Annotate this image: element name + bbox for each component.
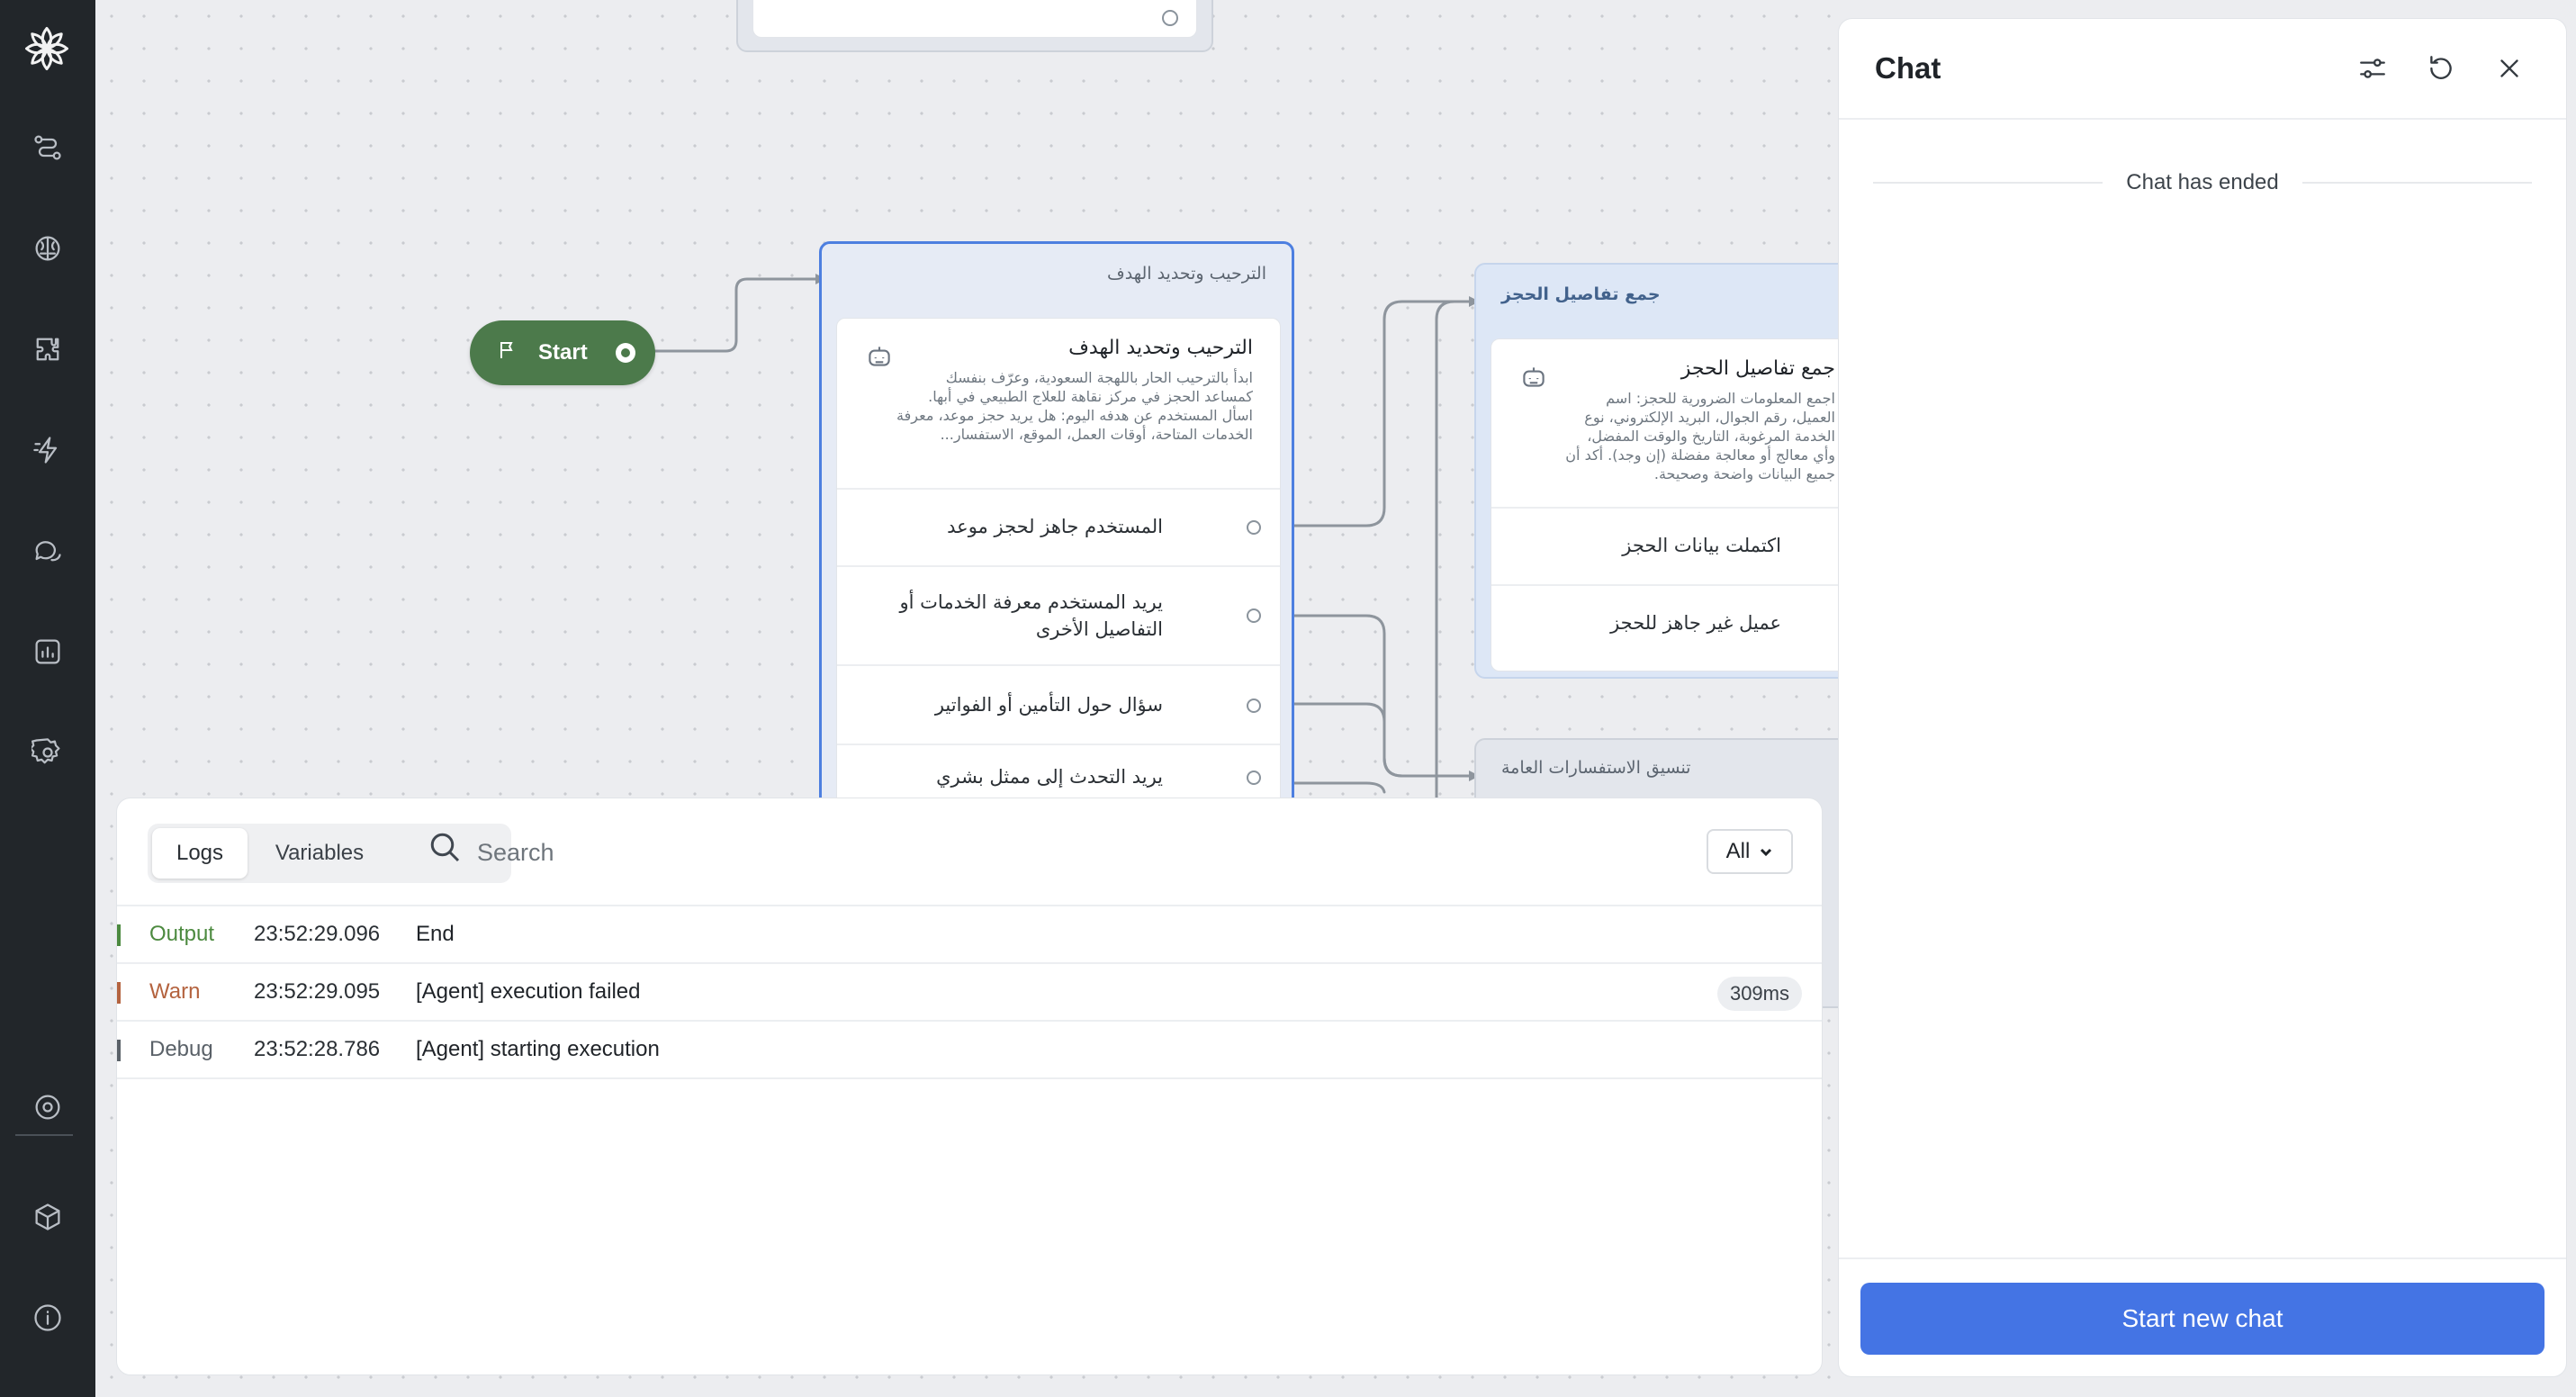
node-card-description: ابدأ بالترحيب الحار باللهجة السعودية، وع… bbox=[896, 369, 1253, 443]
node-card: جمع تفاصيل الحجز اجمع المعلومات الضرورية… bbox=[1491, 338, 1842, 671]
log-message: [Agent] starting execution bbox=[416, 1037, 660, 1061]
flow-node-partial-card bbox=[752, 0, 1197, 38]
output-label: يريد التحدث إلى ممثل بشري bbox=[936, 766, 1163, 788]
log-message: End bbox=[416, 922, 455, 946]
flows-icon[interactable] bbox=[23, 122, 73, 173]
puzzle-icon[interactable] bbox=[23, 324, 73, 374]
log-level: Output bbox=[149, 922, 215, 946]
filter-value: All bbox=[1725, 839, 1751, 863]
analytics-icon[interactable] bbox=[23, 626, 73, 677]
start-node-label: Start bbox=[538, 340, 588, 365]
left-sidebar bbox=[0, 0, 95, 1397]
logs-panel: Logs Variables All Output 23:52:29.096 E… bbox=[116, 798, 1823, 1375]
output-label: اكتملت بيانات الحجز bbox=[1622, 535, 1781, 556]
node-card-title: جمع تفاصيل الحجز bbox=[1680, 357, 1835, 380]
log-level: Warn bbox=[149, 979, 201, 1004]
log-timestamp: 23:52:29.095 bbox=[254, 979, 381, 1004]
output-label: عميل غير جاهز للحجز bbox=[1610, 612, 1781, 634]
chevron-down-icon bbox=[1761, 848, 1772, 857]
settings-icon[interactable] bbox=[23, 727, 73, 778]
tab-logs[interactable]: Logs bbox=[152, 828, 248, 879]
node-title: الترحيب وتحديد الهدف bbox=[1107, 264, 1266, 284]
output-handle[interactable] bbox=[1247, 698, 1261, 713]
log-timestamp: 23:52:28.786 bbox=[254, 1037, 381, 1061]
log-level-bar bbox=[117, 924, 121, 946]
node-output-row[interactable]: يريد المستخدم معرفة الخدمات أو التفاصيل … bbox=[837, 565, 1280, 664]
output-label: سؤال حول التأمين أو الفواتير bbox=[934, 694, 1163, 716]
chat-panel: Chat Chat has ended Start new chat bbox=[1838, 18, 2567, 1377]
flow-node-welcome[interactable]: الترحيب وتحديد الهدف الترحيب وتحديد الهد… bbox=[819, 241, 1294, 822]
sidebar-divider bbox=[15, 1134, 73, 1136]
actions-icon[interactable] bbox=[23, 425, 73, 475]
chat-status: Chat has ended bbox=[1873, 170, 2532, 195]
chat-header-divider bbox=[1839, 118, 2566, 120]
divider-line bbox=[2301, 182, 2532, 184]
node-card-header: جمع تفاصيل الحجز اجمع المعلومات الضرورية… bbox=[1565, 357, 1835, 488]
output-label: يريد المستخدم معرفة الخدمات أو التفاصيل … bbox=[899, 591, 1164, 640]
start-node[interactable]: Start bbox=[470, 320, 655, 385]
flow-node-booking[interactable]: جمع تفاصيل الحجز جمع تفاصيل الحجز اجمع ا… bbox=[1474, 263, 1842, 679]
search-icon bbox=[427, 829, 463, 869]
tab-variables[interactable]: Variables bbox=[248, 828, 392, 879]
bot-icon bbox=[864, 342, 895, 376]
chat-status-text: Chat has ended bbox=[2126, 170, 2279, 194]
close-icon[interactable] bbox=[2489, 48, 2530, 89]
node-card-header: الترحيب وتحديد الهدف ابدأ بالترحيب الحار… bbox=[893, 337, 1253, 444]
output-handle[interactable] bbox=[1247, 520, 1261, 535]
node-card: الترحيب وتحديد الهدف ابدأ بالترحيب الحار… bbox=[836, 318, 1281, 822]
logs-toolbar: Logs Variables All bbox=[117, 798, 1822, 905]
node-card-title: الترحيب وتحديد الهدف bbox=[1068, 337, 1253, 359]
package-icon[interactable] bbox=[23, 1192, 73, 1242]
output-label: المستخدم جاهز لحجز موعد bbox=[947, 516, 1163, 537]
brain-icon[interactable] bbox=[23, 223, 73, 274]
node-title: جمع تفاصيل الحجز bbox=[1501, 284, 1661, 304]
chat-title: Chat bbox=[1875, 51, 1941, 85]
reset-icon[interactable] bbox=[2420, 48, 2462, 89]
flow-node-partial[interactable] bbox=[736, 0, 1213, 52]
log-level-bar bbox=[117, 982, 121, 1004]
target-icon[interactable] bbox=[23, 1082, 73, 1132]
node-output-row[interactable]: المستخدم جاهز لحجز موعد bbox=[837, 488, 1280, 565]
log-row[interactable]: Output 23:52:29.096 End bbox=[117, 906, 1822, 964]
info-icon[interactable] bbox=[23, 1293, 73, 1343]
log-level-bar bbox=[117, 1040, 121, 1061]
start-new-chat-button[interactable]: Start new chat bbox=[1860, 1283, 2544, 1355]
logs-search-input[interactable] bbox=[477, 824, 1107, 881]
logo-icon[interactable] bbox=[18, 20, 76, 77]
node-output-row[interactable]: اكتملت بيانات الحجز bbox=[1491, 507, 1842, 584]
log-timestamp: 23:52:29.096 bbox=[254, 922, 381, 946]
bot-icon bbox=[1518, 363, 1549, 397]
log-duration-badge: 309ms bbox=[1716, 977, 1802, 1011]
log-row[interactable]: Debug 23:52:28.786 [Agent] starting exec… bbox=[117, 1022, 1822, 1079]
node-card-description: اجمع المعلومات الضرورية للحجز: اسم العمي… bbox=[1565, 390, 1835, 482]
chat-footer-divider bbox=[1839, 1257, 2566, 1259]
log-level: Debug bbox=[149, 1037, 213, 1061]
output-handle[interactable] bbox=[1247, 608, 1261, 623]
node-output-row[interactable]: سؤال حول التأمين أو الفواتير bbox=[837, 664, 1280, 744]
divider-line bbox=[1873, 182, 2103, 184]
node-title: تنسيق الاستفسارات العامة bbox=[1501, 758, 1691, 778]
log-message: [Agent] execution failed bbox=[416, 979, 641, 1004]
log-table: Output 23:52:29.096 End Warn 23:52:29.09… bbox=[117, 905, 1822, 1079]
start-output-handle[interactable] bbox=[616, 343, 635, 363]
conversations-icon[interactable] bbox=[23, 526, 73, 576]
log-row[interactable]: Warn 23:52:29.095 [Agent] execution fail… bbox=[117, 964, 1822, 1022]
log-level-filter[interactable]: All bbox=[1707, 829, 1793, 874]
sliders-icon[interactable] bbox=[2352, 48, 2393, 89]
flag-icon bbox=[497, 339, 518, 366]
output-handle[interactable] bbox=[1162, 10, 1178, 26]
node-output-row[interactable]: عميل غير جاهز للحجز bbox=[1491, 584, 1842, 662]
output-handle[interactable] bbox=[1247, 771, 1261, 785]
